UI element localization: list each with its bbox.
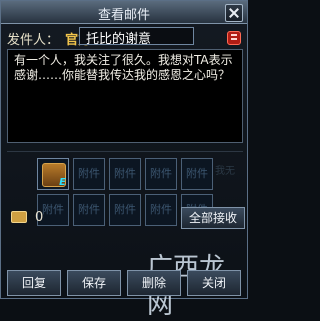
save-button[interactable]: 保存 xyxy=(67,270,121,296)
coin-value: 0 xyxy=(35,210,44,225)
attachment-slot[interactable]: 附件 xyxy=(109,194,141,226)
coin-icon xyxy=(11,211,27,223)
message-body: 有一个人，我关注了很久。我想对TA表示感谢……你能替我传达我的感恩之心吗？ xyxy=(7,49,243,143)
warning-icon xyxy=(227,31,241,45)
attachment-slot[interactable]: 附件 xyxy=(109,158,141,190)
reply-button[interactable]: 回复 xyxy=(7,270,61,296)
attachment-item-slot[interactable]: E xyxy=(37,158,69,190)
attachment-slot[interactable]: 附件 xyxy=(181,158,213,190)
mail-window: 查看邮件 发件人： 官方 托比的谢意 有一个人，我关注了很久。我想对TA表示感谢… xyxy=(0,0,248,320)
divider xyxy=(7,151,243,152)
attachment-slot[interactable]: 附件 xyxy=(73,158,105,190)
attachment-slot[interactable]: 附件 xyxy=(73,194,105,226)
close-icon[interactable] xyxy=(225,4,243,22)
delete-button[interactable]: 删除 xyxy=(127,270,181,296)
item-badge: E xyxy=(59,177,66,188)
title-bar: 查看邮件 xyxy=(1,1,247,24)
receive-all-button[interactable]: 全部接收 xyxy=(181,207,245,229)
attachment-slot[interactable]: 附件 xyxy=(145,194,177,226)
close-button[interactable]: 关闭 xyxy=(187,270,241,296)
window-title: 查看邮件 xyxy=(97,8,150,23)
button-bar: 回复 保存 删除 关闭 xyxy=(7,270,243,296)
attachment-slot[interactable]: 附件 xyxy=(145,158,177,190)
subject-field: 托比的谢意 xyxy=(79,27,194,47)
sender-label: 发件人： xyxy=(7,33,60,48)
